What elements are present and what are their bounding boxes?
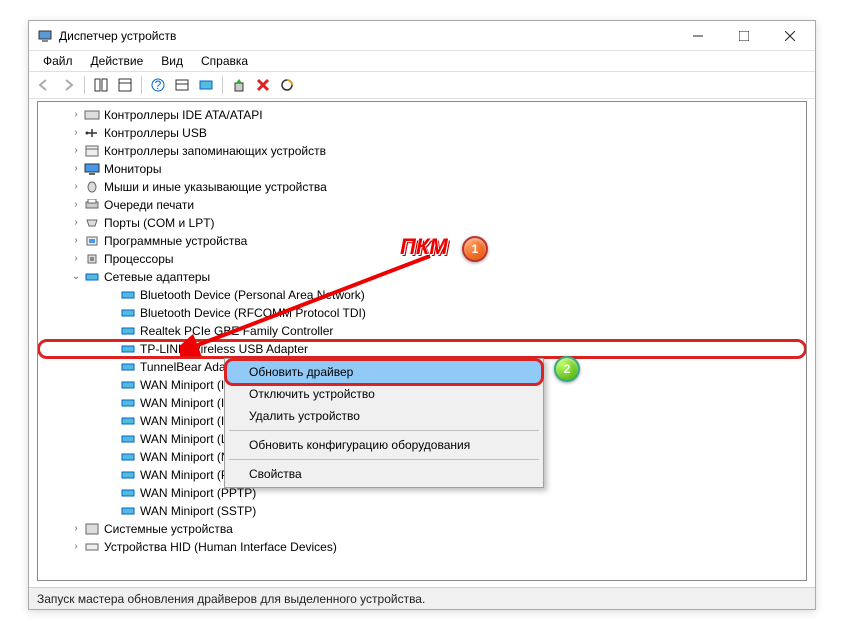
update-driver-icon[interactable]	[228, 74, 250, 96]
ctx-disable-device[interactable]: Отключить устройство	[227, 383, 541, 405]
app-icon	[37, 28, 53, 44]
minimize-button[interactable]	[675, 21, 721, 51]
device-tree[interactable]: ›Контроллеры IDE ATA/ATAPI ›Контроллеры …	[37, 101, 807, 581]
software-icon	[84, 234, 100, 248]
maximize-button[interactable]	[721, 21, 767, 51]
window-title: Диспетчер устройств	[59, 29, 675, 43]
category-label[interactable]: Мыши и иные указывающие устройства	[104, 178, 327, 196]
forward-button[interactable]	[57, 74, 79, 96]
ide-icon	[84, 108, 100, 122]
category-label[interactable]: Мониторы	[104, 160, 161, 178]
menu-help[interactable]: Справка	[193, 52, 256, 70]
svg-text:?: ?	[155, 78, 162, 92]
properties-icon[interactable]	[171, 74, 193, 96]
category-label[interactable]: Сетевые адаптеры	[104, 268, 210, 286]
device-label[interactable]: Bluetooth Device (Personal Area Network)	[140, 286, 365, 304]
mouse-icon	[84, 180, 100, 194]
usb-icon	[84, 126, 100, 140]
device-label[interactable]: WAN Miniport (SSTP)	[140, 502, 256, 520]
adapter-icon	[120, 396, 136, 410]
adapter-icon	[120, 378, 136, 392]
adapter-icon	[120, 360, 136, 374]
adapter-icon	[120, 450, 136, 464]
device-tplink[interactable]: ·TP-LINK Wireless USB Adapter	[40, 340, 804, 358]
device-label[interactable]: WAN Miniport (IP)	[140, 394, 236, 412]
category-label[interactable]: Системные устройства	[104, 520, 233, 538]
system-icon	[84, 522, 100, 536]
menu-view[interactable]: Вид	[153, 52, 191, 70]
ctx-rescan-hardware[interactable]: Обновить конфигурацию оборудования	[227, 434, 541, 456]
annotation-marker-2: 2	[554, 356, 580, 382]
menu-action[interactable]: Действие	[83, 52, 152, 70]
adapter-icon	[120, 504, 136, 518]
category-label[interactable]: Устройства HID (Human Interface Devices)	[104, 538, 337, 556]
status-text: Запуск мастера обновления драйверов для …	[37, 592, 425, 606]
adapter-icon	[120, 324, 136, 338]
disable-icon[interactable]	[276, 74, 298, 96]
close-button[interactable]	[767, 21, 813, 51]
help-icon[interactable]: ?	[147, 74, 169, 96]
toolbar: ?	[29, 71, 815, 99]
menu-file[interactable]: Файл	[35, 52, 81, 70]
category-label[interactable]: Контроллеры запоминающих устройств	[104, 142, 326, 160]
adapter-icon	[120, 306, 136, 320]
cpu-icon	[84, 252, 100, 266]
adapter-icon	[120, 486, 136, 500]
back-button[interactable]	[33, 74, 55, 96]
device-manager-window: Диспетчер устройств Файл Действие Вид Сп…	[28, 20, 816, 610]
statusbar: Запуск мастера обновления драйверов для …	[29, 587, 815, 609]
adapter-icon	[120, 432, 136, 446]
ports-icon	[84, 216, 100, 230]
toolbar-btn-02[interactable]	[114, 74, 136, 96]
category-label[interactable]: Контроллеры USB	[104, 124, 207, 142]
scan-icon[interactable]	[195, 74, 217, 96]
context-menu: Обновить драйвер Отключить устройство Уд…	[224, 358, 544, 488]
adapter-icon	[120, 288, 136, 302]
hid-icon	[84, 540, 100, 554]
printer-icon	[84, 198, 100, 212]
adapter-icon	[120, 414, 136, 428]
toolbar-btn-01[interactable]	[90, 74, 112, 96]
ctx-update-driver[interactable]: Обновить драйвер	[227, 361, 541, 383]
ctx-remove-device[interactable]: Удалить устройство	[227, 405, 541, 427]
storage-icon	[84, 144, 100, 158]
network-icon	[84, 270, 100, 284]
device-label[interactable]: Bluetooth Device (RFCOMM Protocol TDI)	[140, 304, 366, 322]
ctx-properties[interactable]: Свойства	[227, 463, 541, 485]
category-label[interactable]: Очереди печати	[104, 196, 194, 214]
category-label[interactable]: Порты (COM и LPT)	[104, 214, 215, 232]
uninstall-icon[interactable]	[252, 74, 274, 96]
category-label[interactable]: Процессоры	[104, 250, 174, 268]
adapter-icon	[120, 468, 136, 482]
category-label[interactable]: Программные устройства	[104, 232, 247, 250]
annotation-marker-1: 1	[462, 236, 488, 262]
monitor-icon	[84, 162, 100, 176]
category-label[interactable]: Контроллеры IDE ATA/ATAPI	[104, 106, 263, 124]
titlebar: Диспетчер устройств	[29, 21, 815, 51]
menubar: Файл Действие Вид Справка	[29, 51, 815, 71]
device-label[interactable]: Realtek PCIe GBE Family Controller	[140, 322, 333, 340]
annotation-pkm-label: ПКМ	[400, 234, 448, 260]
